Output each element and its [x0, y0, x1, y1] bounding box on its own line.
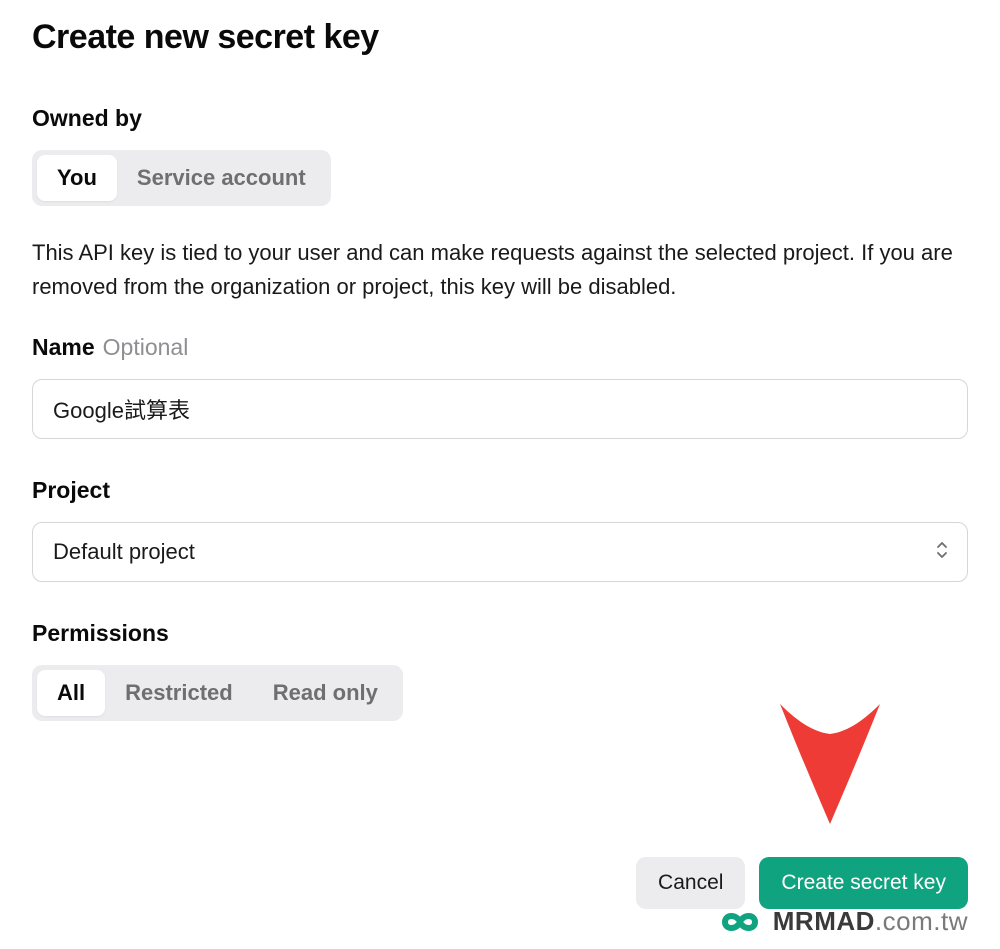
owned-by-label: Owned by [32, 105, 968, 132]
owned-by-toggle: You Service account [32, 150, 331, 206]
project-section: Project Default project [32, 477, 968, 582]
owned-by-you[interactable]: You [37, 155, 117, 201]
permissions-all[interactable]: All [37, 670, 105, 716]
name-input[interactable] [32, 379, 968, 439]
infinity-icon [713, 907, 767, 937]
permissions-readonly[interactable]: Read only [253, 670, 398, 716]
description-text: This API key is tied to your user and ca… [32, 236, 968, 304]
dialog-actions: Cancel Create secret key [636, 857, 968, 909]
project-select[interactable]: Default project [32, 522, 968, 582]
owned-by-service-account[interactable]: Service account [117, 155, 326, 201]
page-title: Create new secret key [32, 18, 968, 57]
optional-tag: Optional [103, 334, 189, 360]
name-section: NameOptional [32, 334, 968, 477]
cancel-button[interactable]: Cancel [636, 857, 745, 909]
name-label: NameOptional [32, 334, 968, 361]
permissions-restricted[interactable]: Restricted [105, 670, 253, 716]
permissions-label: Permissions [32, 620, 968, 647]
create-secret-key-button[interactable]: Create secret key [759, 857, 968, 909]
project-label: Project [32, 477, 968, 504]
watermark-text: MRMAD.com.tw [773, 906, 968, 937]
permissions-section: Permissions All Restricted Read only [32, 620, 968, 751]
owned-by-section: Owned by You Service account [32, 105, 968, 236]
watermark: MRMAD.com.tw [713, 906, 968, 937]
permissions-toggle: All Restricted Read only [32, 665, 403, 721]
